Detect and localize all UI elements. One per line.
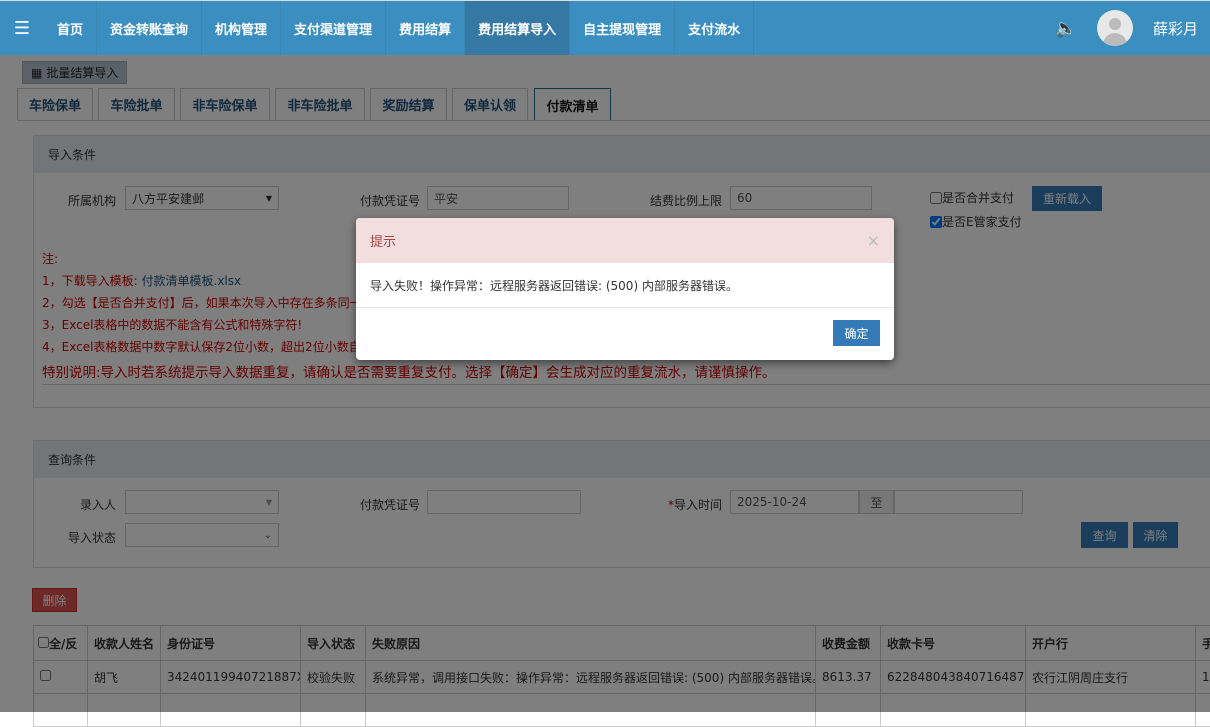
nav-settlement-import[interactable]: 费用结算导入 [465, 1, 570, 55]
nav-withdraw[interactable]: 自主提现管理 [570, 1, 675, 55]
top-nav: ☰ 首页 资金转账查询 机构管理 支付渠道管理 费用结算 费用结算导入 自主提现… [0, 0, 1210, 55]
menu-icon[interactable]: ☰ [0, 1, 44, 55]
nav-pay-flow[interactable]: 支付流水 [675, 1, 754, 55]
user-name[interactable]: 薛彩月 [1153, 18, 1198, 39]
nav-channel[interactable]: 支付渠道管理 [281, 1, 386, 55]
avatar[interactable] [1097, 10, 1133, 46]
close-icon[interactable]: × [867, 231, 880, 250]
dialog-message: 导入失败！操作异常：远程服务器返回错误: (500) 内部服务器错误。 [356, 263, 894, 308]
nav-org[interactable]: 机构管理 [202, 1, 281, 55]
nav-fund-transfer[interactable]: 资金转账查询 [97, 1, 202, 55]
alert-dialog: 提示× 导入失败！操作异常：远程服务器返回错误: (500) 内部服务器错误。 … [356, 218, 894, 360]
confirm-button[interactable]: 确定 [833, 320, 880, 346]
modal-backdrop[interactable] [0, 55, 1210, 712]
speaker-icon[interactable]: 🔈 [1055, 18, 1077, 39]
dialog-header: 提示 × [356, 218, 894, 263]
nav-settlement[interactable]: 费用结算 [386, 1, 465, 55]
dialog-title: 提示 [370, 231, 396, 250]
nav-home[interactable]: 首页 [44, 1, 97, 55]
